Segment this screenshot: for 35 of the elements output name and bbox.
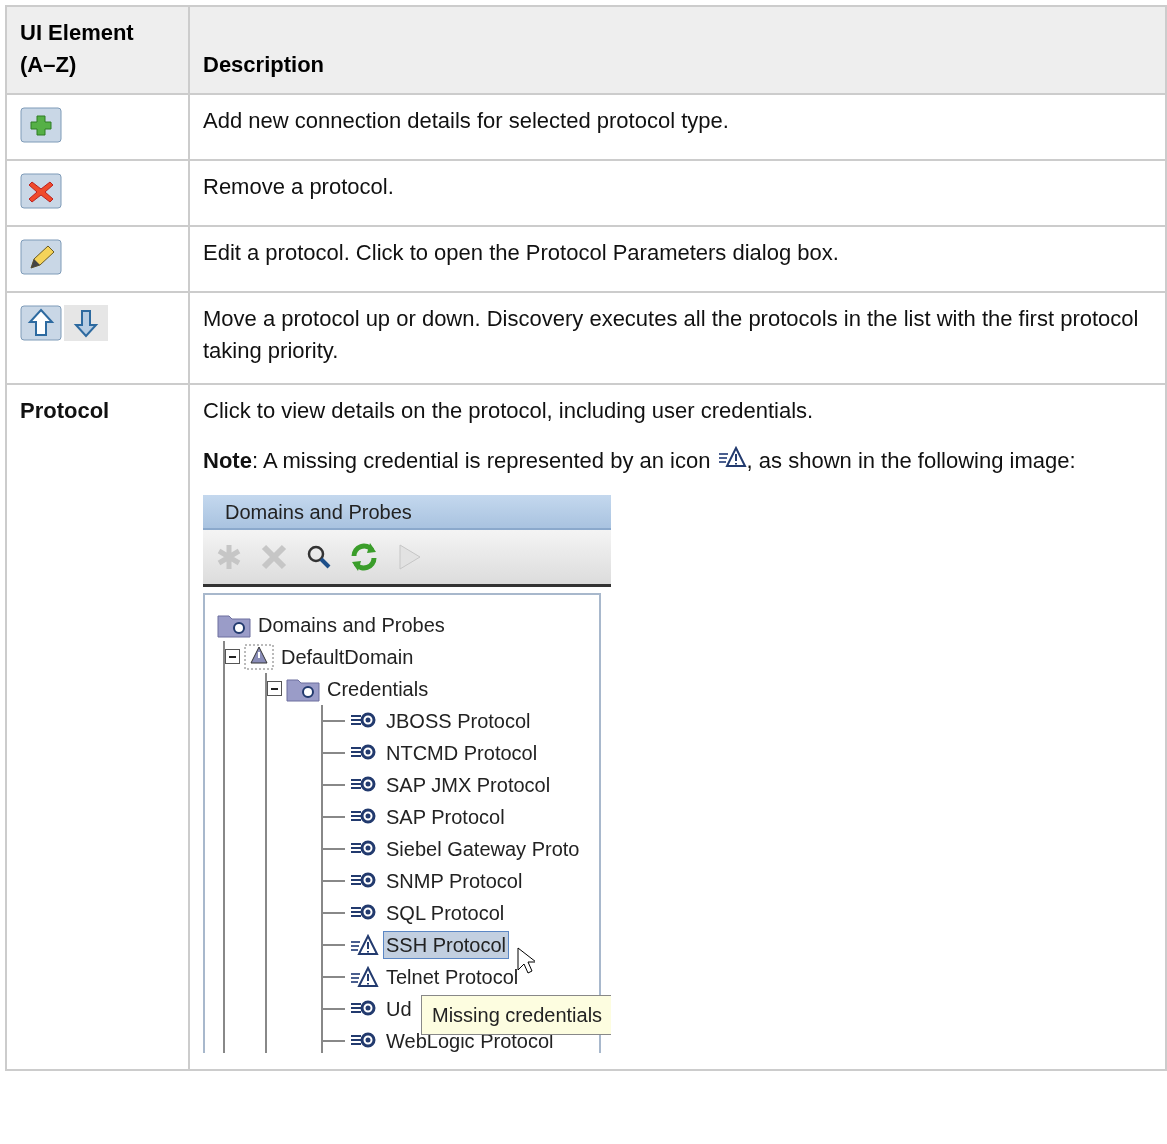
- close-icon[interactable]: [20, 172, 62, 209]
- tree-item[interactable]: NTCMD Protocol: [383, 738, 541, 767]
- tree-item[interactable]: DefaultDomain: [278, 642, 417, 671]
- description-text: Move a protocol up or down. Discovery executes all the protocols in the list with the first protocol taking priority.: [203, 304, 1140, 365]
- description-text: Edit a protocol. Click to open the Protocol Parameters dialog box.: [203, 238, 840, 267]
- tree-item[interactable]: Siebel Gateway Proto: [383, 834, 583, 863]
- warning-icon: [349, 965, 379, 988]
- description-text: Remove a protocol.: [203, 172, 395, 201]
- column-header: UI Element (A–Z): [6, 6, 189, 94]
- tree-item[interactable]: SAP Protocol: [383, 802, 508, 831]
- warning-icon: [349, 933, 379, 956]
- tree-item[interactable]: SAP JMX Protocol: [383, 770, 554, 799]
- tree-item[interactable]: SQL Protocol: [383, 898, 508, 927]
- tree-item[interactable]: Ud: [383, 994, 415, 1023]
- tree-item[interactable]: SSH Protocol: [383, 930, 510, 959]
- cursor-icon: [517, 946, 535, 975]
- collapse-toggle[interactable]: [225, 649, 240, 665]
- tree-item[interactable]: Telnet Protocol: [383, 962, 522, 991]
- column-header: Description: [189, 6, 1166, 94]
- missing-credential-icon: [716, 445, 747, 468]
- description-text: Add new connection details for selected protocol type.: [203, 106, 730, 135]
- collapse-toggle[interactable]: [267, 681, 282, 697]
- tree-item[interactable]: SNMP Protocol: [383, 866, 526, 895]
- add-icon[interactable]: [20, 106, 62, 143]
- tree-item[interactable]: Credentials: [324, 674, 432, 703]
- description-text: Click to view details on the protocol, including user credentials.: [203, 396, 815, 425]
- note-text: , as shown in the following image:: [746, 447, 1076, 473]
- panel-title: Domains and Probes: [203, 494, 611, 530]
- element-name: Protocol: [20, 397, 110, 423]
- pencil-icon[interactable]: [20, 238, 62, 275]
- tooltip: Missing credentials: [421, 994, 611, 1035]
- tree-item[interactable]: JBOSS Protocol: [383, 706, 534, 735]
- domain-warning-icon: [244, 643, 274, 670]
- tree-item[interactable]: Domains and Probes: [255, 610, 448, 639]
- note-text: Note: A missing credential is represented by an icon: [203, 447, 711, 473]
